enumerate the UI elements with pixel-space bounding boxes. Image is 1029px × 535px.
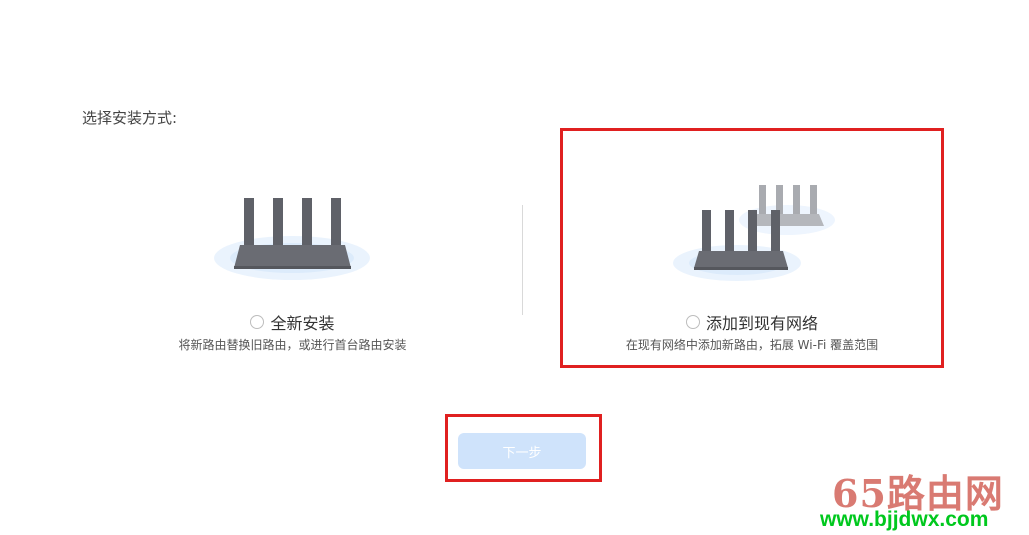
page-title: 选择安装方式:	[82, 109, 178, 127]
option-new-install-label: 全新安装	[270, 314, 335, 333]
option-new-install[interactable]: 全新安装 将新路由替换旧路由，或进行首台路由安装	[150, 185, 435, 365]
option-add-to-network-label: 添加到现有网络	[705, 314, 818, 333]
watermark-url: www.bjjdwx.com	[820, 508, 989, 531]
watermark: 65路由网 www.bjjdwx.com	[820, 460, 1029, 535]
mesh-routers-icon	[673, 185, 835, 281]
option-add-to-network[interactable]: 添加到现有网络 在现有网络中添加新路由，拓展 Wi-Fi 覆盖范围	[560, 128, 944, 368]
next-button[interactable]: 下一步	[458, 433, 586, 469]
option-add-to-network-description: 在现有网络中添加新路由，拓展 Wi-Fi 覆盖范围	[625, 338, 879, 352]
radio-new-install[interactable]	[250, 315, 265, 329]
option-divider	[522, 205, 523, 315]
router-icon	[214, 198, 370, 280]
next-button-highlight: 下一步	[445, 414, 602, 482]
option-new-install-description: 将新路由替换旧路由，或进行首台路由安装	[178, 338, 407, 352]
radio-add-to-network[interactable]	[685, 315, 700, 329]
